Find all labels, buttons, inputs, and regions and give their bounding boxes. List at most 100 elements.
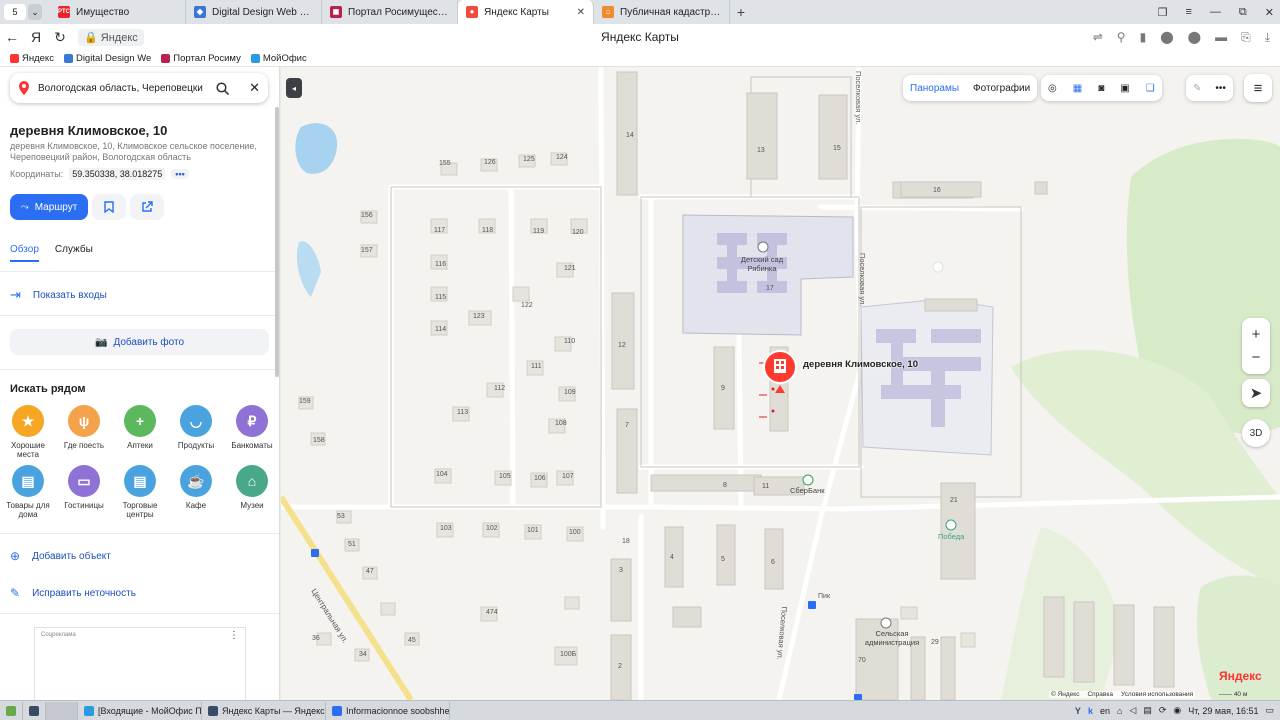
extension-icon-2[interactable]: ⬤: [1188, 30, 1201, 45]
bookmark-item[interactable]: МойОфис: [250, 52, 307, 64]
tab-services[interactable]: Службы: [55, 244, 93, 262]
extension-icon-4[interactable]: ⎘: [1241, 30, 1251, 45]
photos-button[interactable]: Фотографии: [966, 83, 1037, 94]
ruler-icon[interactable]: ✎: [1186, 83, 1208, 94]
tab-overview[interactable]: Обзор: [10, 244, 39, 262]
minimize-button[interactable]: —: [1210, 6, 1221, 18]
taskbar-window-button[interactable]: Informacionnoe soobshhe...: [326, 701, 450, 720]
nearby-category[interactable]: ◡ Продукты: [168, 405, 224, 450]
close-tab-icon[interactable]: ✕: [577, 7, 585, 18]
map-canvas[interactable]: 14 13 15 16 155 126 125 124 156 157 117 118 119 120 12…: [281, 67, 1280, 700]
share-icon[interactable]: ⇌: [1093, 30, 1103, 45]
location-icon[interactable]: ⚲: [1117, 30, 1126, 45]
ad-banner[interactable]: Соцреклама ⋮: [34, 627, 246, 700]
save-bookmark-button[interactable]: [92, 194, 126, 220]
show-desktop-icon[interactable]: ▭: [1265, 705, 1274, 716]
panoramas-button[interactable]: Панорамы: [903, 83, 966, 94]
tab-counter[interactable]: 5: [4, 4, 26, 20]
bookmark-item[interactable]: Digital Design We: [63, 53, 151, 64]
marker-label[interactable]: деревня Климовское, 10: [803, 359, 918, 370]
taskbar-window-button[interactable]: [Входящие - МойОфис П...: [78, 701, 202, 720]
zoom-in-button[interactable]: +: [1252, 326, 1261, 343]
network-icon[interactable]: ⌂: [1117, 706, 1122, 716]
bookmark-icon[interactable]: ▮: [1140, 30, 1147, 45]
nearby-category[interactable]: ₽ Банкоматы: [224, 405, 279, 450]
language-indicator[interactable]: en: [1100, 706, 1110, 716]
browser-tab[interactable]: ◆ Digital Design Web Client: [186, 0, 322, 24]
back-button[interactable]: ←: [0, 29, 24, 45]
label-pobeda[interactable]: Победа: [938, 532, 964, 541]
maximize-button[interactable]: ⧉: [1239, 6, 1247, 19]
bookmark-label: МойОфис: [262, 52, 307, 64]
ad-menu-icon[interactable]: ⋮: [229, 630, 239, 641]
extension-icon-1[interactable]: ⬤: [1160, 30, 1173, 45]
route-button[interactable]: ⤳ Маршрут: [10, 194, 88, 220]
add-object-link[interactable]: ⊕ Добавить объект: [10, 549, 111, 563]
vk-tray-icon[interactable]: k: [1088, 706, 1093, 716]
download-icon[interactable]: ⤓: [1265, 30, 1270, 45]
3d-button[interactable]: 3D: [1242, 419, 1270, 447]
close-window-button[interactable]: ✕: [1265, 6, 1274, 19]
bus-icon[interactable]: ▣: [1113, 83, 1136, 94]
fix-error-link[interactable]: ✎ Исправить неточность: [10, 586, 136, 600]
sync-icon[interactable]: ⟳: [1159, 705, 1167, 716]
nearby-category[interactable]: ψ Где поесть: [56, 405, 112, 450]
nearby-category[interactable]: ★ Хорошие места: [0, 405, 56, 459]
panel-scrollbar[interactable]: [275, 107, 279, 377]
nearby-category[interactable]: ▭ Гостиницы: [56, 465, 112, 510]
new-tab-button[interactable]: +: [730, 4, 752, 20]
copy-icon[interactable]: ❏: [1139, 83, 1162, 94]
browser-tab[interactable]: ◼ Портал Росимущества: [322, 0, 458, 24]
label-sberbank[interactable]: СберБанк: [790, 486, 825, 495]
browser-tab[interactable]: ⌂ Публичная кадастровая: [594, 0, 730, 24]
address-host[interactable]: 🔒 Яндекс: [78, 28, 144, 46]
nearby-category[interactable]: ▤ Торговые центры: [112, 465, 168, 519]
nearby-category[interactable]: + Аптеки: [112, 405, 168, 450]
yandex-browser-button[interactable]: [23, 701, 46, 720]
browser-tab[interactable]: РТС Имущество: [50, 0, 186, 24]
label-kindergarten[interactable]: Детский сад Рябинка: [736, 255, 788, 273]
zoom-out-button[interactable]: −: [1252, 349, 1261, 366]
bookmark-item[interactable]: Портал Росиму: [161, 53, 241, 64]
tab-list-chevron-icon[interactable]: ⌄: [28, 4, 42, 20]
terms-link[interactable]: Условия использования: [1121, 691, 1193, 698]
extension-icon-3[interactable]: ▬: [1215, 30, 1227, 45]
search-input[interactable]: Вологодская область, Череповецки: [38, 83, 208, 94]
taskbar-window-button[interactable]: Яндекс Карты — Яндекс ...: [202, 701, 326, 720]
nearby-category[interactable]: ▤ Товары для дома: [0, 465, 56, 519]
clear-search-icon[interactable]: ✕: [249, 80, 260, 96]
start-button[interactable]: [0, 701, 23, 720]
desktop-button[interactable]: [46, 701, 78, 720]
nearby-category[interactable]: ☕ Кафе: [168, 465, 224, 510]
search-icon[interactable]: [216, 81, 230, 95]
more-icon[interactable]: •••: [1208, 83, 1233, 94]
browser-tab[interactable]: ● Яндекс Карты ✕: [458, 0, 594, 24]
yandex-tray-icon[interactable]: Y: [1075, 706, 1081, 716]
house-number-label: 29: [931, 639, 939, 646]
collapse-panel-button[interactable]: ◂: [286, 78, 302, 98]
map-icon[interactable]: ▦: [1066, 83, 1089, 94]
clipboard-icon[interactable]: ▤: [1143, 705, 1152, 716]
menu-icon[interactable]: ≡: [1186, 6, 1192, 18]
search-box[interactable]: Вологодская область, Череповецки ✕: [10, 73, 268, 103]
add-photo-button[interactable]: 📷 Добавить фото: [10, 329, 269, 355]
clock[interactable]: Чт, 29 мая, 16:51: [1188, 706, 1258, 716]
help-link[interactable]: Справка: [1087, 691, 1113, 698]
layers-icon[interactable]: ◎: [1041, 83, 1064, 94]
menu-icon[interactable]: ≡: [1244, 74, 1272, 102]
reload-button[interactable]: ↻: [48, 29, 72, 46]
volume-icon[interactable]: ◁: [1129, 705, 1136, 716]
locate-me-button[interactable]: ➤: [1242, 379, 1270, 407]
bookmark-item[interactable]: Яндекс: [10, 53, 54, 64]
house-number-label: 114: [435, 326, 447, 333]
camera-icon[interactable]: ◙: [1091, 83, 1111, 94]
yandex-home-icon[interactable]: Я: [24, 29, 48, 45]
share-button[interactable]: [130, 194, 164, 220]
nearby-category[interactable]: ⌂ Музеи: [224, 465, 279, 510]
coords-more-button[interactable]: •••: [171, 169, 189, 179]
collections-icon[interactable]: ❐: [1158, 6, 1168, 19]
label-admin[interactable]: Сельская администрация: [863, 629, 921, 647]
coords-value[interactable]: 59.350338, 38.018275: [69, 168, 166, 180]
tray-app-icon[interactable]: ◉: [1173, 705, 1181, 716]
show-entrances-link[interactable]: ⇥ Показать входы: [10, 287, 107, 303]
